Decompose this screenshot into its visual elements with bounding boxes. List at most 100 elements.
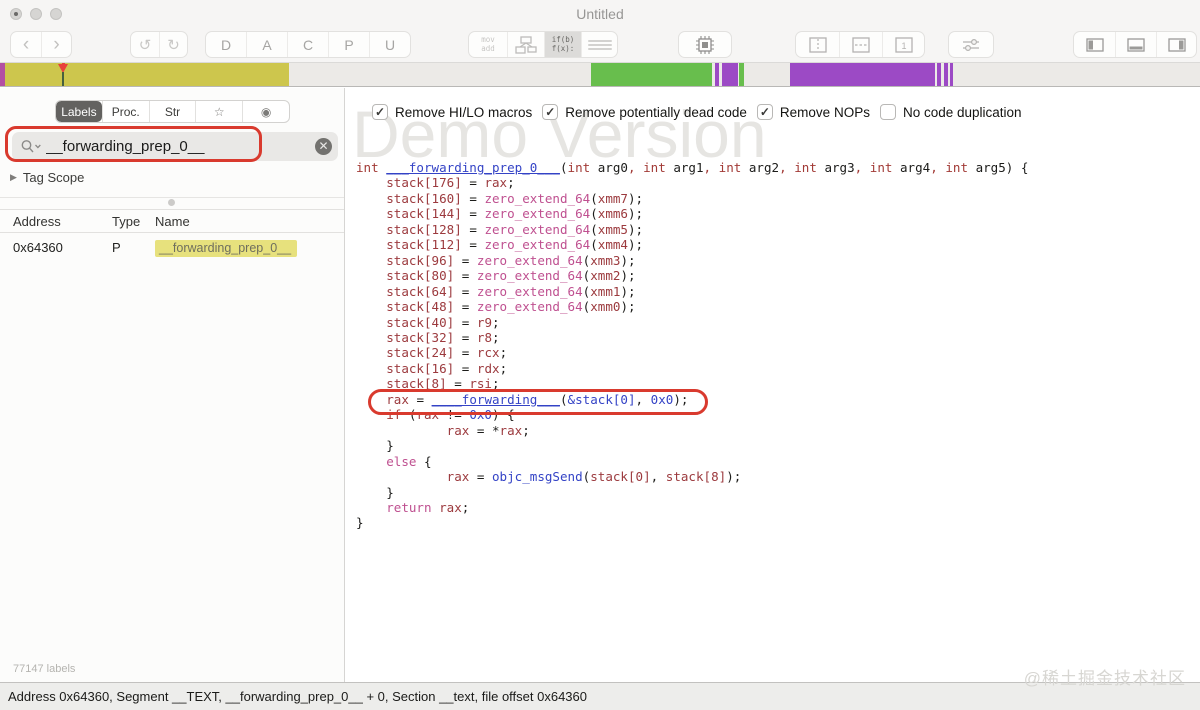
code-line[interactable]: } [356, 485, 1028, 500]
labels-table-header[interactable]: Address Type Name [0, 209, 344, 233]
code-token: rax [499, 422, 523, 438]
code-line[interactable]: stack[16] = rdx; [356, 361, 1028, 376]
assembly-mode-button[interactable]: mov add [469, 32, 507, 57]
memory-segment[interactable] [5, 63, 289, 86]
code-line[interactable]: rax = objc_msgSend(stack[0], stack[8]); [356, 469, 1028, 484]
pseudocode-mode-icon: if(b) f(x): [551, 35, 575, 53]
memory-segment[interactable] [0, 63, 5, 86]
checkbox-remove-hi-lo-macros[interactable]: ✓ Remove HI/LO macros [372, 104, 532, 120]
cfg-mode-button[interactable] [507, 32, 544, 57]
checkbox-checked-icon[interactable]: ✓ [756, 104, 773, 120]
splitter-handle[interactable] [168, 199, 175, 206]
tab-bookmarks-star-icon[interactable]: ☆ [195, 101, 242, 122]
code-line[interactable]: stack[112] = zero_extend_64(xmm4); [356, 237, 1028, 252]
code-token: int [794, 160, 817, 175]
code-line[interactable]: stack[160] = zero_extend_64(xmm7); [356, 191, 1028, 206]
code-line[interactable]: stack[48] = zero_extend_64(xmm0); [356, 299, 1028, 314]
code-line[interactable]: int ___forwarding_prep_0___(int arg0, in… [356, 160, 1028, 175]
code-line[interactable]: stack[40] = r9; [356, 315, 1028, 330]
code-line[interactable]: return rax; [356, 500, 1028, 515]
code-token: stack[96] [386, 252, 455, 268]
toggle-left-panel-button[interactable] [1074, 32, 1115, 57]
code-token: ); [673, 391, 689, 407]
transform-d-button[interactable]: D [206, 32, 246, 57]
code-line[interactable]: stack[80] = zero_extend_64(xmm2); [356, 268, 1028, 283]
checkbox-checked-icon[interactable]: ✓ [542, 104, 559, 120]
code-line[interactable]: stack[144] = zero_extend_64(xmm6); [356, 206, 1028, 221]
checkbox-checked-icon[interactable]: ✓ [372, 104, 388, 120]
code-token: ; [492, 329, 500, 345]
checkbox-unchecked-icon[interactable] [879, 104, 896, 120]
pseudocode-mode-button[interactable]: if(b) f(x): [544, 32, 581, 57]
memory-segment[interactable] [937, 63, 941, 86]
transform-a-button[interactable]: A [246, 32, 287, 57]
code-token: zero_extend_64 [484, 221, 591, 237]
clear-search-icon[interactable]: ✕ [315, 138, 332, 155]
transform-u-button[interactable]: U [369, 32, 410, 57]
tab-proc[interactable]: Proc. [101, 101, 149, 122]
code-token: = [454, 360, 477, 376]
memory-segment[interactable] [722, 63, 738, 86]
memory-segment[interactable] [950, 63, 953, 86]
cpu-button[interactable] [679, 32, 731, 57]
settings-group [948, 31, 994, 58]
tag-scope-label: Tag Scope [22, 170, 85, 185]
forward-button[interactable]: › [41, 32, 71, 57]
memory-segment[interactable] [944, 63, 948, 86]
code-token: , [627, 160, 644, 175]
checkbox-no-code-duplication[interactable]: No code duplication [879, 104, 1022, 120]
code-token: return [386, 499, 432, 515]
code-line[interactable]: stack[176] = rax; [356, 175, 1028, 190]
code-token: stack[16] [386, 360, 455, 376]
back-button[interactable]: ‹ [11, 32, 41, 57]
checkbox-remove-nops[interactable]: ✓ Remove NOPs [756, 104, 870, 120]
transform-p-button[interactable]: P [328, 32, 369, 57]
code-line[interactable]: stack[64] = zero_extend_64(xmm1); [356, 284, 1028, 299]
settings-button[interactable] [949, 32, 993, 57]
code-line[interactable]: } [356, 515, 1028, 530]
search-field[interactable]: ✕ [12, 132, 338, 161]
sidebar: Labels Proc. Str ☆ ◉ ✕ ▶ Tag Scope Address T… [0, 88, 345, 682]
code-line[interactable]: stack[96] = zero_extend_64(xmm3); [356, 253, 1028, 268]
hex-mode-button[interactable] [581, 32, 617, 57]
code-line[interactable]: rax = ____forwarding___(&stack[0], 0x0); [356, 392, 1028, 407]
tag-scope-disclosure[interactable]: ▶ Tag Scope [10, 170, 84, 185]
memory-segment[interactable] [739, 63, 744, 86]
redo-button[interactable]: ↻ [159, 32, 187, 57]
code-token: ); [620, 268, 636, 284]
code-line[interactable]: else { [356, 454, 1028, 469]
memory-segment[interactable] [715, 63, 719, 86]
code-line[interactable]: rax = *rax; [356, 423, 1028, 438]
code-line[interactable]: stack[24] = rcx; [356, 345, 1028, 360]
memory-segment[interactable] [591, 63, 712, 86]
separator-lines-button[interactable] [839, 32, 882, 57]
code-line[interactable]: stack[8] = rsi; [356, 376, 1028, 391]
code-token: stack[40] [386, 314, 455, 330]
checkbox-remove-potentially-dead-code[interactable]: ✓ Remove potentially dead code [542, 104, 747, 120]
column-header-address[interactable]: Address [13, 214, 61, 229]
tab-scope-dot-icon[interactable]: ◉ [242, 101, 289, 122]
toggle-right-panel-button[interactable] [1156, 32, 1196, 57]
line-numbers-button[interactable]: 1 [882, 32, 924, 57]
search-input[interactable] [46, 138, 315, 155]
tab-labels[interactable]: Labels [56, 101, 102, 122]
code-token: r8 [476, 329, 492, 345]
chevron-right-icon: › [53, 34, 60, 55]
tab-str[interactable]: Str [148, 101, 196, 122]
code-line[interactable]: if (rax != 0x0) { [356, 407, 1028, 422]
memory-segment[interactable] [790, 63, 935, 86]
column-header-name[interactable]: Name [155, 214, 190, 229]
transform-c-button[interactable]: C [287, 32, 328, 57]
code-line[interactable]: } [356, 438, 1028, 453]
toggle-bottom-panel-button[interactable] [1115, 32, 1156, 57]
code-line[interactable]: stack[32] = r8; [356, 330, 1028, 345]
table-row[interactable]: 0x64360 P __forwarding_prep_0__ [0, 236, 344, 260]
split-view-button[interactable] [796, 32, 839, 57]
memory-map-bar[interactable] [0, 62, 1200, 87]
chevron-left-icon: ‹ [22, 34, 30, 55]
undo-button[interactable]: ↺ [131, 32, 159, 57]
column-header-type[interactable]: Type [112, 214, 140, 229]
code-line[interactable]: stack[128] = zero_extend_64(xmm5); [356, 222, 1028, 237]
transform-type-group: DACPU [205, 31, 411, 58]
